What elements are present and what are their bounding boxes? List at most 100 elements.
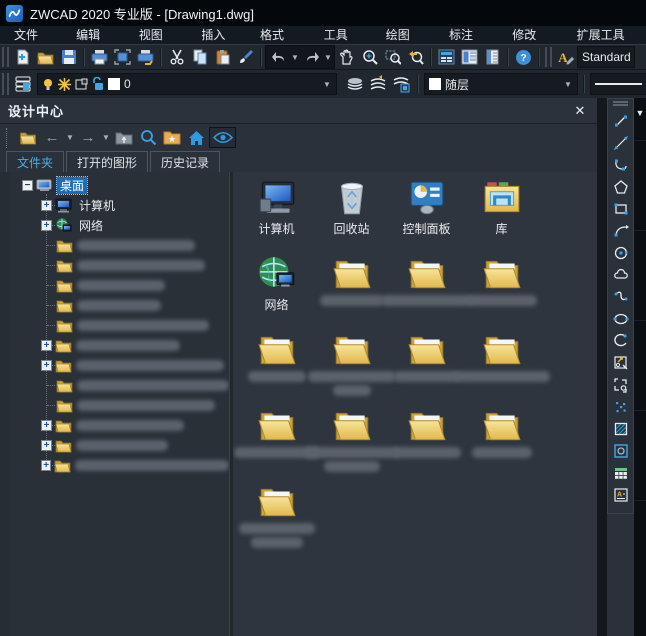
tree-item-folder[interactable] bbox=[11, 335, 229, 355]
layer-make-current-button[interactable] bbox=[343, 73, 366, 95]
toolbar-overflow-dropdown[interactable]: ▼ bbox=[634, 108, 646, 118]
undo-dropdown[interactable]: ▼ bbox=[290, 53, 300, 62]
layer-on-icon[interactable] bbox=[42, 78, 54, 91]
tree-item-folder[interactable] bbox=[11, 435, 229, 455]
line-button[interactable] bbox=[610, 110, 632, 132]
tab-open-drawings[interactable]: 打开的图形 bbox=[66, 151, 148, 172]
expand-box[interactable] bbox=[41, 200, 52, 211]
menu-modify[interactable]: 修改(M) bbox=[498, 26, 562, 44]
item-network[interactable]: 网络 bbox=[239, 250, 314, 326]
tree-item-folder[interactable] bbox=[11, 415, 229, 435]
search-icon[interactable] bbox=[137, 127, 159, 149]
circle-button[interactable] bbox=[610, 242, 632, 264]
tree-item-folder[interactable] bbox=[11, 455, 229, 475]
point-button[interactable] bbox=[610, 396, 632, 418]
toggle-preview-button[interactable] bbox=[209, 127, 236, 148]
tab-folders[interactable]: 文件夹 bbox=[6, 151, 64, 172]
boundary-button[interactable] bbox=[610, 440, 632, 462]
menu-view[interactable]: 视图(V) bbox=[125, 26, 188, 44]
item-folder[interactable] bbox=[464, 402, 539, 478]
expand-box[interactable] bbox=[41, 340, 52, 351]
open-button[interactable] bbox=[34, 46, 57, 68]
tree-item-computer[interactable]: 计算机 bbox=[11, 195, 229, 215]
format-painter-button[interactable] bbox=[234, 46, 257, 68]
tab-history[interactable]: 历史记录 bbox=[150, 151, 220, 172]
layer-combo[interactable]: 0 ▼ bbox=[37, 73, 337, 95]
tree-item-folder[interactable] bbox=[11, 375, 229, 395]
cut-button[interactable] bbox=[165, 46, 188, 68]
item-folder[interactable] bbox=[389, 402, 464, 478]
tree-item-folder[interactable] bbox=[11, 235, 229, 255]
copy-button[interactable] bbox=[188, 46, 211, 68]
zoom-window-button[interactable] bbox=[381, 46, 404, 68]
tree-label[interactable]: 计算机 bbox=[76, 197, 118, 214]
back-button[interactable]: ← bbox=[41, 127, 63, 149]
tree-item-desktop[interactable]: 桌面 bbox=[11, 175, 229, 195]
hatch-button[interactable] bbox=[610, 418, 632, 440]
home-button[interactable] bbox=[185, 127, 207, 149]
item-folder[interactable] bbox=[314, 250, 389, 326]
item-folder[interactable] bbox=[389, 250, 464, 326]
tree-item-network[interactable]: 网络 bbox=[11, 215, 229, 235]
tree-item-folder[interactable] bbox=[11, 395, 229, 415]
tree-item-folder[interactable] bbox=[11, 355, 229, 375]
mtext-button[interactable]: A bbox=[610, 484, 632, 506]
layer-combo-dropdown[interactable]: ▼ bbox=[322, 80, 332, 89]
menu-edit[interactable]: 编辑(E) bbox=[62, 26, 125, 44]
print-button[interactable] bbox=[88, 46, 111, 68]
rectangle-button[interactable] bbox=[610, 198, 632, 220]
expand-box[interactable] bbox=[41, 420, 52, 431]
forward-dropdown[interactable]: ▼ bbox=[101, 133, 111, 142]
layer-color-swatch[interactable] bbox=[108, 78, 120, 90]
menu-file[interactable]: 文件(F) bbox=[0, 26, 62, 44]
layer-properties-button[interactable] bbox=[11, 73, 34, 95]
new-button[interactable] bbox=[11, 46, 34, 68]
pan-button[interactable] bbox=[335, 46, 358, 68]
item-folder[interactable] bbox=[464, 250, 539, 326]
item-control-panel[interactable]: 控制面板 bbox=[389, 174, 464, 250]
collapse-box[interactable] bbox=[22, 180, 33, 191]
layer-freeze-icon[interactable] bbox=[58, 78, 71, 91]
expand-box[interactable] bbox=[41, 360, 52, 371]
load-button[interactable] bbox=[17, 127, 39, 149]
expand-box[interactable] bbox=[41, 220, 52, 231]
ellipse-button[interactable] bbox=[610, 308, 632, 330]
create-block-button[interactable] bbox=[610, 374, 632, 396]
arc-button[interactable] bbox=[610, 220, 632, 242]
spline-button[interactable] bbox=[610, 286, 632, 308]
toolbar-grip[interactable] bbox=[545, 47, 552, 66]
item-folder[interactable] bbox=[464, 326, 539, 402]
insert-block-button[interactable] bbox=[610, 352, 632, 374]
zoom-previous-button[interactable] bbox=[404, 46, 427, 68]
item-recycle-bin[interactable]: 回收站 bbox=[314, 174, 389, 250]
item-folder[interactable] bbox=[389, 326, 464, 402]
toolbar-grip[interactable] bbox=[613, 101, 628, 106]
menu-insert[interactable]: 插入(I) bbox=[187, 26, 246, 44]
help-button[interactable]: ? bbox=[512, 46, 535, 68]
item-folder[interactable] bbox=[239, 402, 314, 478]
table-button[interactable] bbox=[610, 462, 632, 484]
favorites-button[interactable]: ★ bbox=[161, 127, 183, 149]
layer-vp-freeze-icon[interactable] bbox=[75, 78, 88, 91]
tool-palettes-button[interactable] bbox=[481, 46, 504, 68]
ray-button[interactable] bbox=[610, 132, 632, 154]
up-button[interactable] bbox=[113, 127, 135, 149]
menu-express[interactable]: 扩展工具(X) bbox=[563, 26, 646, 44]
menu-dimension[interactable]: 标注(N) bbox=[435, 26, 498, 44]
ellipse-arc-button[interactable] bbox=[610, 330, 632, 352]
layer-states-button[interactable] bbox=[389, 73, 412, 95]
layer-unlock-icon[interactable] bbox=[92, 77, 104, 91]
tree-item-folder[interactable] bbox=[11, 275, 229, 295]
panel-grip[interactable] bbox=[6, 128, 11, 148]
color-combo-dropdown[interactable]: ▼ bbox=[563, 80, 573, 89]
print-preview-button[interactable] bbox=[111, 46, 134, 68]
toolbar-grip[interactable] bbox=[2, 73, 9, 95]
tree-item-folder[interactable] bbox=[11, 295, 229, 315]
item-libraries[interactable]: 库 bbox=[464, 174, 539, 250]
layer-previous-button[interactable] bbox=[366, 73, 389, 95]
tree-label[interactable]: 桌面 bbox=[57, 177, 87, 194]
save-button[interactable] bbox=[57, 46, 80, 68]
polygon-button[interactable] bbox=[610, 176, 632, 198]
tree-item-folder[interactable] bbox=[11, 255, 229, 275]
color-combo[interactable]: 随层 ▼ bbox=[424, 73, 578, 95]
